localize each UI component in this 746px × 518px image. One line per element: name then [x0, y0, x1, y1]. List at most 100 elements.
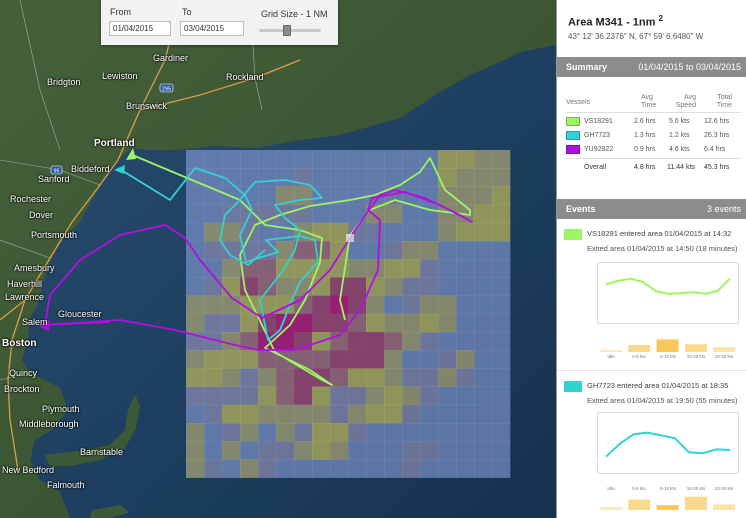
grid-cell[interactable]	[384, 423, 403, 442]
grid-cell[interactable]	[384, 332, 403, 351]
to-date-input[interactable]: 03/04/2015	[180, 21, 244, 36]
grid-cell[interactable]	[312, 459, 331, 478]
grid-cell[interactable]	[348, 168, 367, 187]
grid-cell[interactable]	[186, 441, 205, 460]
grid-cell[interactable]	[492, 295, 511, 315]
grid-cell[interactable]	[438, 404, 457, 424]
grid-cell[interactable]	[348, 259, 367, 278]
grid-cell[interactable]	[492, 259, 511, 278]
grid-cell[interactable]	[384, 150, 403, 169]
grid-cell[interactable]	[438, 168, 457, 187]
grid-cell[interactable]	[294, 313, 313, 333]
grid-cell[interactable]	[456, 386, 475, 406]
grid-cell[interactable]	[240, 313, 259, 333]
grid-cell[interactable]	[312, 404, 331, 424]
grid-cell[interactable]	[294, 441, 313, 460]
grid-cell[interactable]	[204, 459, 223, 478]
grid-cell[interactable]	[492, 150, 511, 169]
grid-cell[interactable]	[402, 241, 421, 260]
grid-cell[interactable]	[348, 350, 367, 369]
grid-cell[interactable]	[204, 350, 223, 369]
grid-cell[interactable]	[348, 368, 367, 387]
grid-cell[interactable]	[348, 459, 367, 478]
grid-cell[interactable]	[276, 386, 295, 406]
grid-cell[interactable]	[438, 295, 457, 315]
grid-cell[interactable]	[276, 423, 295, 442]
grid-cell[interactable]	[276, 368, 295, 387]
grid-cell[interactable]	[330, 222, 349, 242]
grid-cell[interactable]	[276, 404, 295, 424]
grid-cell[interactable]	[366, 441, 385, 460]
grid-cell[interactable]	[492, 313, 511, 333]
grid-cell[interactable]	[330, 313, 349, 333]
map-view[interactable]: 295 95 Lewiston Gardiner Rockland Bridgt…	[0, 0, 556, 518]
grid-cell[interactable]	[420, 350, 439, 369]
grid-cell[interactable]	[438, 441, 457, 460]
grid-cell[interactable]	[240, 404, 259, 424]
grid-cell[interactable]	[474, 150, 493, 169]
grid-cell[interactable]	[420, 441, 439, 460]
grid-cell[interactable]	[312, 277, 331, 296]
grid-cell[interactable]	[294, 295, 313, 315]
grid-cell[interactable]	[222, 222, 241, 242]
grid-cell[interactable]	[294, 150, 313, 169]
grid-cell[interactable]	[456, 350, 475, 369]
grid-cell[interactable]	[222, 313, 241, 333]
grid-cell[interactable]	[186, 350, 205, 369]
grid-cell[interactable]	[330, 277, 349, 296]
grid-cell[interactable]	[258, 150, 277, 169]
grid-cell[interactable]	[204, 441, 223, 460]
grid-cell[interactable]	[276, 168, 295, 187]
grid-cell[interactable]	[348, 313, 367, 333]
grid-cell[interactable]	[204, 386, 223, 406]
grid-cell[interactable]	[366, 332, 385, 351]
grid-cell[interactable]	[456, 459, 475, 478]
grid-cell[interactable]	[402, 222, 421, 242]
grid-cell[interactable]	[312, 313, 331, 333]
grid-cell[interactable]	[204, 368, 223, 387]
grid-cell[interactable]	[240, 423, 259, 442]
grid-cell[interactable]	[240, 441, 259, 460]
grid-cell[interactable]	[258, 459, 277, 478]
grid-cell[interactable]	[276, 277, 295, 296]
grid-cell[interactable]	[456, 277, 475, 296]
grid-cell[interactable]	[330, 150, 349, 169]
grid-cell[interactable]	[402, 441, 421, 460]
grid-cell[interactable]	[366, 295, 385, 315]
grid-cell[interactable]	[474, 441, 493, 460]
grid-cell[interactable]	[456, 423, 475, 442]
grid-cell[interactable]	[258, 404, 277, 424]
grid-cell[interactable]	[186, 368, 205, 387]
grid-cell[interactable]	[348, 423, 367, 442]
grid-cell[interactable]	[240, 350, 259, 369]
grid-cell[interactable]	[240, 168, 259, 187]
grid-cell[interactable]	[456, 441, 475, 460]
grid-cell[interactable]	[222, 350, 241, 369]
from-date-input[interactable]: 01/04/2015	[109, 21, 171, 36]
density-grid[interactable]	[186, 150, 511, 478]
grid-cell[interactable]	[402, 313, 421, 333]
grid-cell[interactable]	[366, 459, 385, 478]
grid-cell[interactable]	[492, 368, 511, 387]
grid-cell[interactable]	[456, 241, 475, 260]
grid-cell[interactable]	[456, 259, 475, 278]
grid-cell[interactable]	[402, 295, 421, 315]
grid-cell[interactable]	[330, 350, 349, 369]
grid-cell[interactable]	[312, 386, 331, 406]
grid-cell[interactable]	[348, 332, 367, 351]
grid-cell[interactable]	[492, 332, 511, 351]
grid-cell[interactable]	[330, 204, 349, 224]
grid-cell[interactable]	[330, 368, 349, 387]
grid-cell[interactable]	[456, 150, 475, 169]
grid-cell[interactable]	[474, 313, 493, 333]
grid-cell[interactable]	[474, 404, 493, 424]
grid-cell[interactable]	[438, 222, 457, 242]
grid-cell[interactable]	[420, 295, 439, 315]
grid-cell[interactable]	[204, 423, 223, 442]
grid-cell[interactable]	[402, 386, 421, 406]
grid-cell[interactable]	[492, 168, 511, 187]
selected-cell-marker[interactable]	[346, 234, 354, 242]
grid-cell[interactable]	[384, 459, 403, 478]
grid-cell[interactable]	[366, 404, 385, 424]
grid-cell[interactable]	[420, 404, 439, 424]
